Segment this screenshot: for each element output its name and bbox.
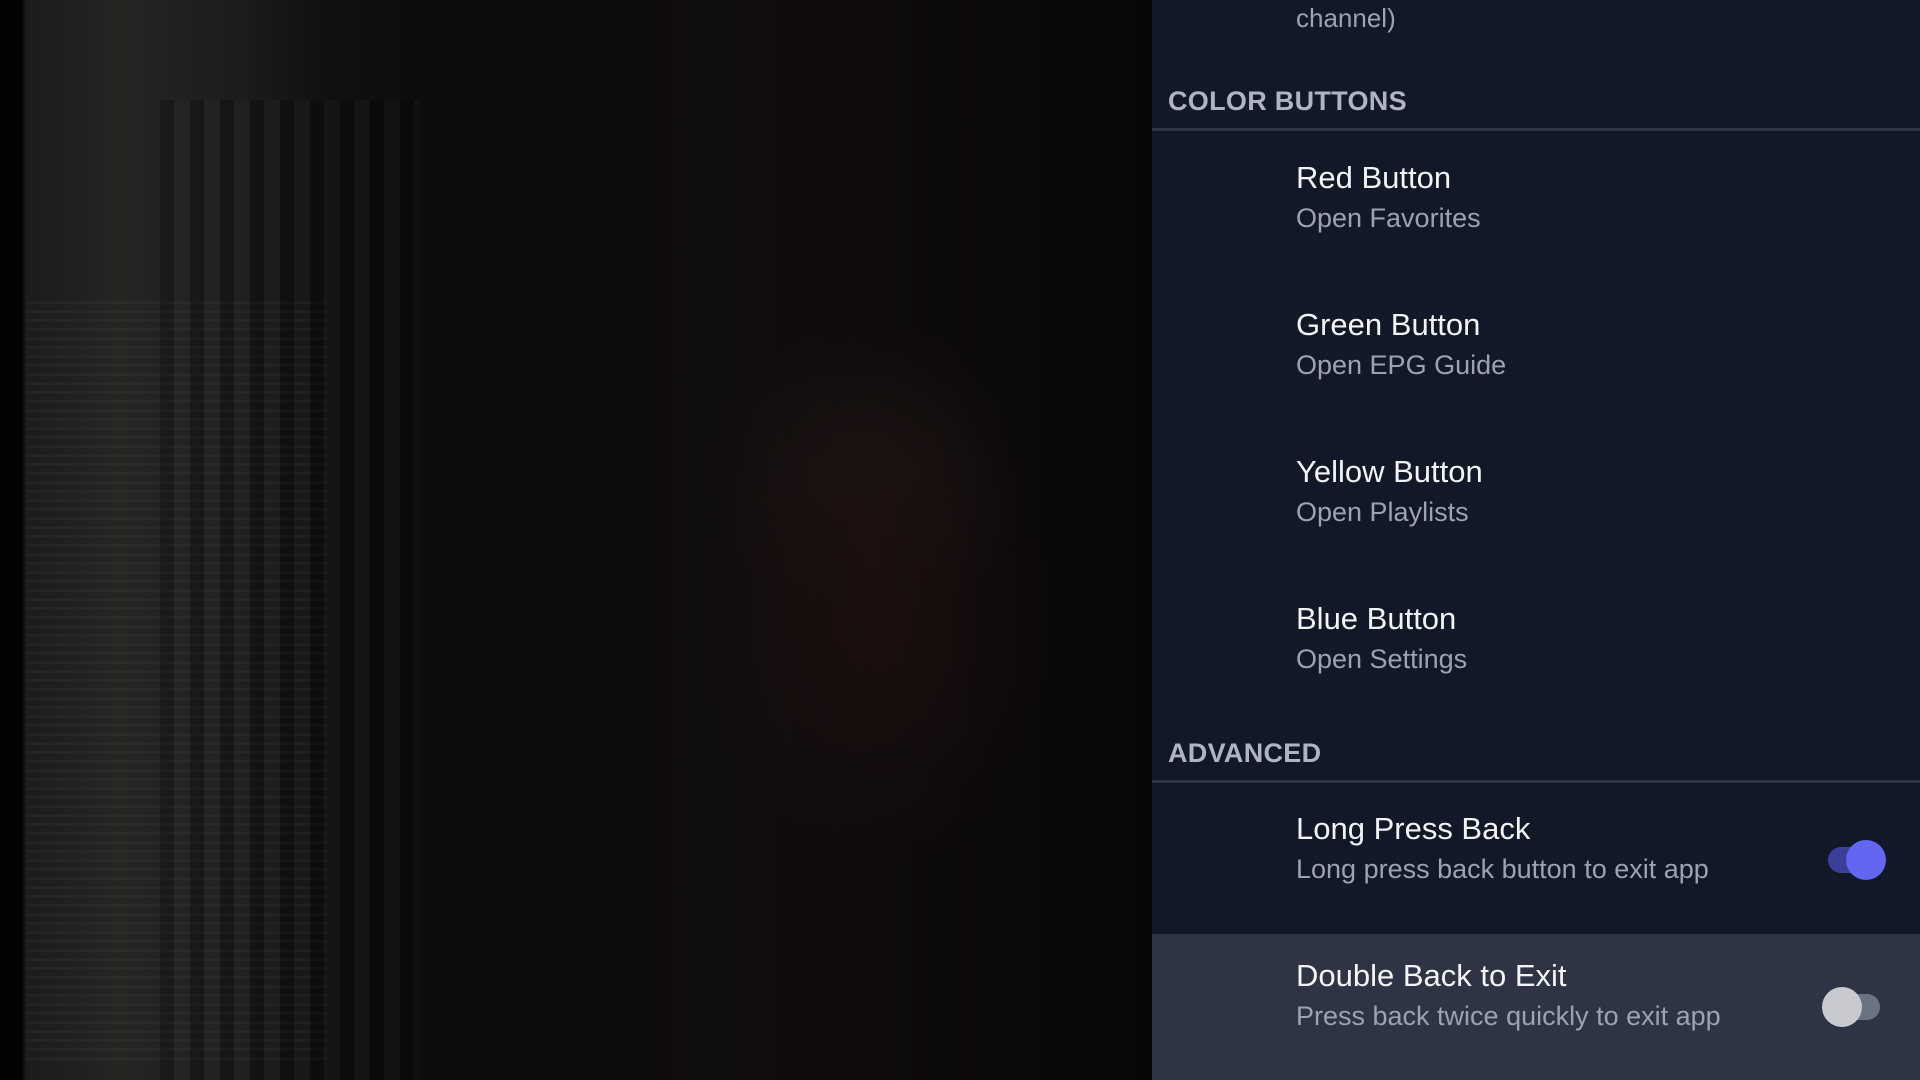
setting-long-press-back[interactable]: Long Press Back Long press back button t… bbox=[1152, 787, 1920, 934]
toggle-thumb bbox=[1822, 987, 1862, 1027]
section-divider bbox=[1152, 780, 1920, 783]
setting-subtitle: Press back twice quickly to exit app bbox=[1296, 1001, 1721, 1031]
setting-subtitle: Open Favorites bbox=[1296, 203, 1481, 233]
setting-title: Green Button bbox=[1296, 307, 1481, 342]
setting-subtitle: Open Playlists bbox=[1296, 497, 1469, 527]
setting-green-button[interactable]: Green Button Open EPG Guide bbox=[1152, 283, 1920, 430]
setting-red-button[interactable]: Red Button Open Favorites bbox=[1152, 136, 1920, 283]
setting-subtitle: Open EPG Guide bbox=[1296, 350, 1507, 380]
settings-panel: channel) COLOR BUTTONS Red Button Open F… bbox=[1152, 0, 1920, 1080]
previous-item-subtitle: channel) bbox=[1296, 3, 1396, 33]
video-player[interactable] bbox=[0, 0, 1152, 1080]
setting-title: Red Button bbox=[1296, 160, 1452, 195]
setting-subtitle: Open Settings bbox=[1296, 644, 1468, 674]
toggle-thumb bbox=[1846, 840, 1886, 880]
setting-title: Blue Button bbox=[1296, 601, 1457, 636]
long-press-back-toggle[interactable] bbox=[1828, 840, 1886, 880]
setting-subtitle: Long press back button to exit app bbox=[1296, 854, 1709, 884]
section-divider bbox=[1152, 128, 1920, 131]
setting-title: Double Back to Exit bbox=[1296, 958, 1567, 993]
section-title: ADVANCED bbox=[1168, 738, 1322, 768]
setting-title: Yellow Button bbox=[1296, 454, 1483, 489]
setting-yellow-button[interactable]: Yellow Button Open Playlists bbox=[1152, 430, 1920, 577]
setting-blue-button[interactable]: Blue Button Open Settings bbox=[1152, 577, 1920, 724]
video-dim-overlay bbox=[0, 0, 1152, 1080]
setting-title: Long Press Back bbox=[1296, 811, 1531, 846]
double-back-toggle[interactable] bbox=[1822, 987, 1880, 1027]
section-title: COLOR BUTTONS bbox=[1168, 86, 1407, 116]
setting-double-back-to-exit[interactable]: Double Back to Exit Press back twice qui… bbox=[1152, 934, 1920, 1080]
